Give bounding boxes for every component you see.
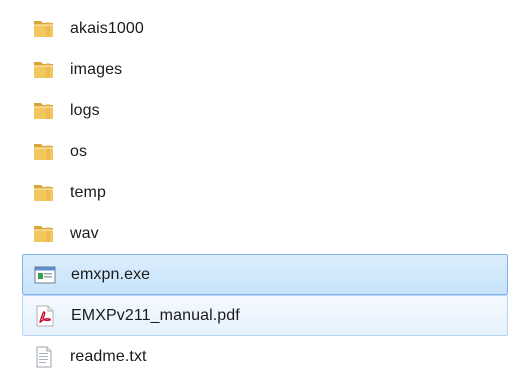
file-row-images[interactable]: images — [24, 49, 508, 90]
file-name: os — [70, 142, 88, 160]
text-file-icon — [30, 343, 58, 371]
folder-icon — [30, 179, 58, 207]
application-icon — [31, 261, 59, 289]
file-name: wav — [70, 224, 99, 242]
file-list: akais1000 images logs os temp wav emxpn.… — [22, 8, 508, 377]
folder-icon — [30, 97, 58, 125]
file-row-logs[interactable]: logs — [24, 90, 508, 131]
folder-icon — [30, 220, 58, 248]
file-row-readme-txt[interactable]: readme.txt — [24, 336, 508, 377]
file-name: readme.txt — [70, 347, 147, 365]
file-row-temp[interactable]: temp — [24, 172, 508, 213]
file-name: logs — [70, 101, 100, 119]
file-name: EMXPv211_manual.pdf — [71, 306, 240, 324]
file-name: temp — [70, 183, 106, 201]
folder-icon — [30, 56, 58, 84]
file-row-wav[interactable]: wav — [24, 213, 508, 254]
file-name: emxpn.exe — [71, 265, 151, 283]
folder-icon — [30, 138, 58, 166]
folder-icon — [30, 15, 58, 43]
file-row-emxpv211-manual-pdf[interactable]: EMXPv211_manual.pdf — [22, 295, 508, 336]
file-row-akais1000[interactable]: akais1000 — [24, 8, 508, 49]
pdf-icon — [31, 302, 59, 330]
file-name: akais1000 — [70, 19, 144, 37]
file-row-emxpn-exe[interactable]: emxpn.exe — [22, 254, 508, 295]
file-row-os[interactable]: os — [24, 131, 508, 172]
file-name: images — [70, 60, 123, 78]
